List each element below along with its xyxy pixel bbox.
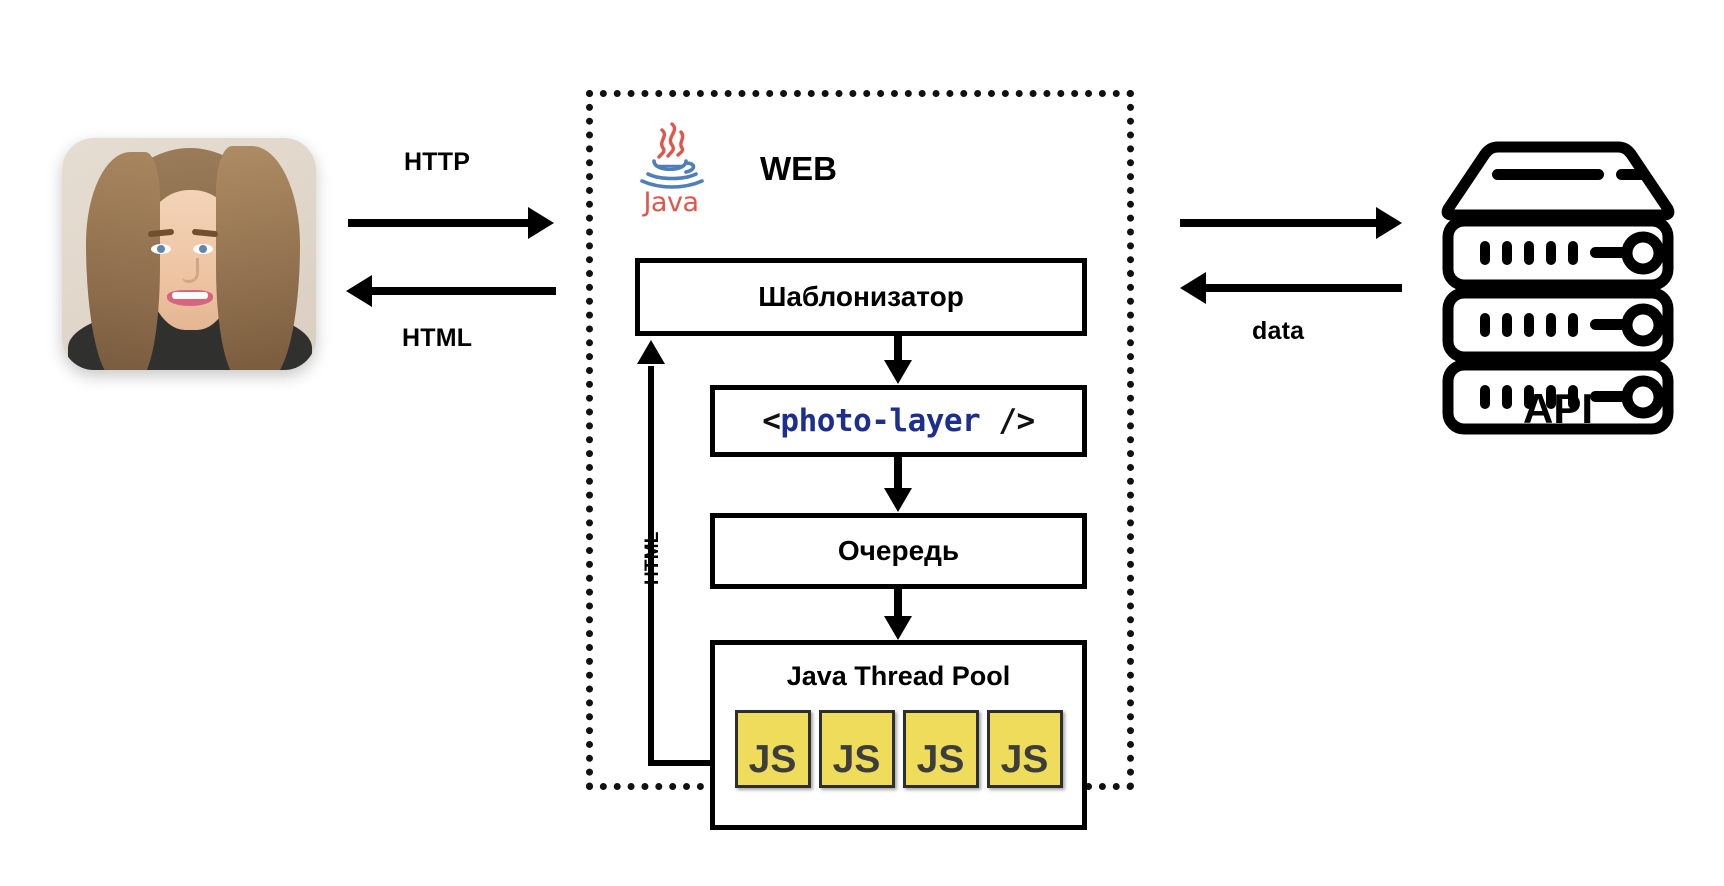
arrow-templater-photolayer-head-icon bbox=[884, 360, 912, 384]
js-worker-label: JS bbox=[832, 738, 881, 781]
node-queue[interactable]: Очередь bbox=[710, 513, 1087, 589]
node-queue-label: Очередь bbox=[837, 535, 960, 566]
node-templater-label: Шаблонизатор bbox=[758, 281, 964, 312]
node-photo-layer[interactable]: <photo-layer /> bbox=[710, 385, 1087, 457]
arrow-api-web-head-icon bbox=[1180, 272, 1206, 304]
java-logo-icon: Java bbox=[628, 120, 714, 218]
js-worker-tile[interactable]: JS bbox=[818, 710, 895, 788]
java-wordmark: Java bbox=[643, 187, 699, 218]
photo-eye-left bbox=[151, 244, 171, 254]
feedback-arrow-head-icon bbox=[637, 340, 665, 364]
tag-name: photo-layer bbox=[780, 403, 981, 439]
js-worker-tile[interactable]: JS bbox=[902, 710, 979, 788]
photo-hair-left bbox=[86, 152, 160, 370]
arrow-queue-threadpool-head-icon bbox=[884, 616, 912, 640]
arrow-photolayer-queue-head-icon bbox=[884, 488, 912, 512]
client-photo bbox=[62, 138, 316, 370]
node-photo-layer-label: <photo-layer /> bbox=[762, 403, 1035, 439]
js-worker-tile[interactable]: JS bbox=[734, 710, 811, 788]
arrow-api-web-line bbox=[1206, 284, 1402, 292]
node-thread-pool[interactable]: Java Thread Pool JS JS JS JS bbox=[710, 640, 1087, 830]
photo-nose bbox=[182, 258, 199, 283]
photo-hair-right bbox=[216, 146, 300, 370]
arrow-html-head-icon bbox=[346, 275, 372, 307]
web-title: WEB bbox=[760, 150, 837, 187]
feedback-path-horizontal bbox=[648, 760, 712, 766]
arrow-http-line bbox=[348, 219, 528, 227]
arrow-http-head-icon bbox=[528, 207, 554, 239]
photo-eye-right bbox=[193, 244, 213, 254]
arrow-web-api-line bbox=[1180, 219, 1376, 227]
js-worker-tile[interactable]: JS bbox=[986, 710, 1063, 788]
arrow-queue-threadpool-line bbox=[894, 589, 902, 619]
photo-teeth bbox=[172, 292, 208, 299]
edge-label-http: HTTP bbox=[404, 148, 471, 176]
tag-bracket-close: /> bbox=[980, 403, 1035, 439]
js-worker-label: JS bbox=[916, 738, 965, 781]
js-worker-label: JS bbox=[748, 738, 797, 781]
tag-bracket-open: < bbox=[762, 403, 781, 439]
node-templater[interactable]: Шаблонизатор bbox=[635, 258, 1087, 336]
arrow-photolayer-queue-line bbox=[894, 457, 902, 489]
edge-label-html: HTML bbox=[402, 324, 473, 352]
arrow-web-api-head-icon bbox=[1376, 207, 1402, 239]
js-worker-row: JS JS JS JS bbox=[715, 710, 1082, 788]
edge-label-data: data bbox=[1252, 317, 1305, 345]
node-thread-pool-label: Java Thread Pool bbox=[786, 661, 1011, 691]
js-worker-label: JS bbox=[1000, 738, 1049, 781]
arrow-html-line bbox=[372, 287, 556, 295]
edge-label-feedback-html: HTML bbox=[642, 531, 663, 585]
api-label: API bbox=[1522, 385, 1593, 432]
diagram-canvas: HTTP HTML WEB Java Шаблонизатор <photo-l… bbox=[0, 0, 1724, 886]
